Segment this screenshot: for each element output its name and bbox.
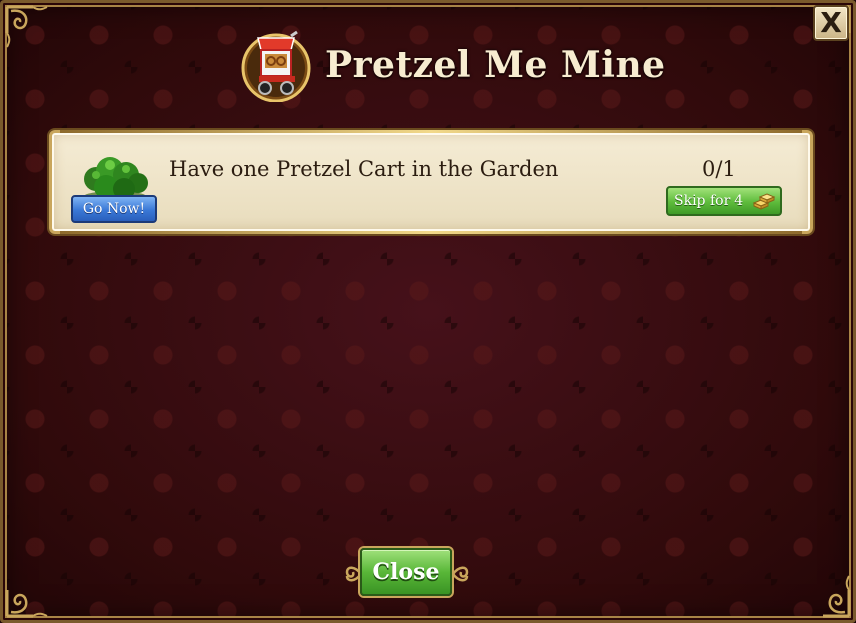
goal-description: Have one Pretzel Cart in the Garden — [169, 157, 559, 181]
gold-bars-icon — [752, 193, 776, 210]
quest-dialog: X Pretzel Me Mine Go Now! Have one Pretz… — [0, 0, 856, 623]
skip-label: Skip for — [674, 193, 731, 209]
goal-row: Go Now! Have one Pretzel Cart in the Gar… — [49, 130, 813, 234]
panel-trim — [60, 231, 802, 234]
goal-progress: 0/1 — [702, 157, 736, 181]
go-now-button[interactable]: Go Now! — [71, 195, 157, 223]
skip-cost: 4 — [734, 193, 744, 209]
dialog-title: Pretzel Me Mine — [325, 44, 666, 86]
corner-ornament-icon — [5, 590, 48, 618]
footer: Close — [343, 546, 471, 602]
skip-goal-button[interactable]: Skip for 4 — [666, 186, 782, 216]
corner-ornament-icon — [5, 5, 48, 48]
close-x-button[interactable]: X — [813, 5, 849, 41]
corner-ornament-icon — [823, 575, 851, 618]
dialog-header: Pretzel Me Mine — [239, 25, 666, 105]
pretzel-cart-icon — [241, 30, 311, 102]
close-button[interactable]: Close — [360, 548, 452, 596]
panel-trim — [60, 130, 802, 133]
flourish-icon — [452, 566, 469, 582]
